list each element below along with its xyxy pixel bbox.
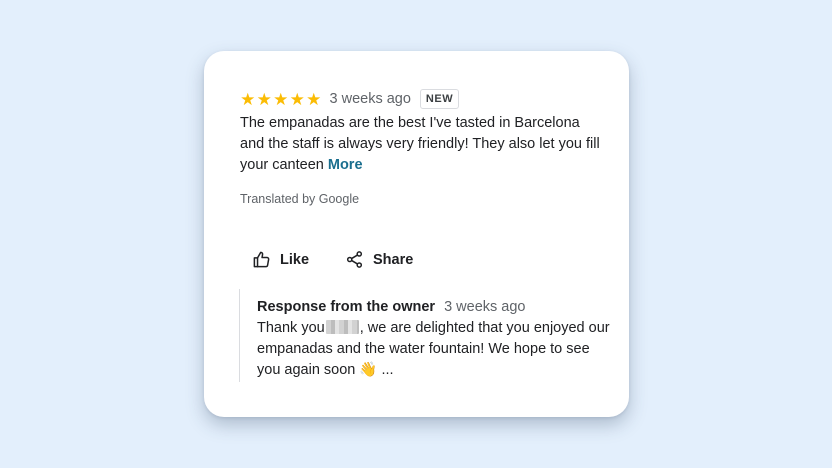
share-button[interactable]: Share: [345, 250, 413, 269]
star-icon: ★: [273, 89, 289, 109]
owner-response-text: Thank you, we are delighted that you enj…: [257, 318, 617, 381]
owner-response-text-start: Thank you: [257, 320, 325, 336]
review-text: The empanadas are the best I've tasted i…: [240, 113, 600, 176]
owner-response-header: Response from the owner 3 weeks ago: [257, 298, 617, 316]
star-icon: ★: [306, 89, 322, 109]
thumbs-up-icon: [253, 251, 270, 268]
new-badge: NEW: [419, 89, 460, 109]
translated-label: Translated by Google: [240, 192, 360, 206]
owner-response-title: Response from the owner: [257, 299, 436, 315]
review-meta: ★ ★ ★ ★ ★ 3 weeks ago NEW: [240, 88, 460, 110]
owner-response-date: 3 weeks ago: [444, 299, 526, 315]
like-label: Like: [280, 251, 310, 268]
star-icon: ★: [256, 89, 272, 109]
share-icon: [346, 251, 363, 268]
share-label: Share: [373, 251, 414, 268]
like-button[interactable]: Like: [252, 250, 309, 269]
star-icon: ★: [289, 89, 305, 109]
redacted-name: [325, 320, 359, 334]
more-link[interactable]: More: [328, 157, 363, 173]
star-rating: ★ ★ ★ ★ ★: [240, 91, 322, 108]
review-actions: Like Share: [252, 250, 413, 269]
owner-response: Response from the owner 3 weeks ago Than…: [239, 289, 617, 382]
review-body: The empanadas are the best I've tasted i…: [240, 115, 600, 173]
review-card: ★ ★ ★ ★ ★ 3 weeks ago NEW The empanadas …: [204, 51, 629, 417]
star-icon: ★: [240, 89, 256, 109]
review-date: 3 weeks ago: [329, 91, 411, 107]
